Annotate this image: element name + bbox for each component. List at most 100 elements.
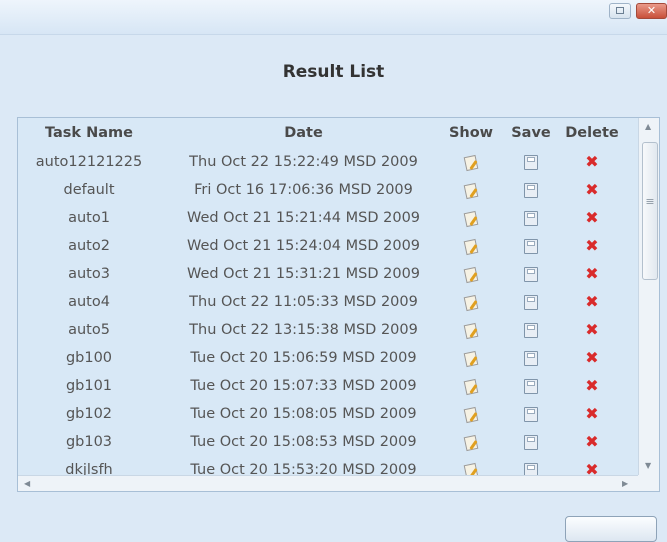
document-edit-icon[interactable] (463, 434, 479, 450)
red-x-icon[interactable]: ✖ (585, 292, 598, 311)
red-x-icon[interactable]: ✖ (585, 460, 598, 476)
document-edit-icon[interactable] (463, 350, 479, 366)
scroll-down-icon[interactable]: ▼ (645, 461, 651, 470)
date-cell: Tue Oct 20 15:06:59 MSD 2009 (190, 350, 417, 366)
table-row[interactable]: gb103 Tue Oct 20 15:08:53 MSD 2009 ✖ (18, 428, 638, 456)
column-header-date[interactable]: Date (166, 122, 441, 144)
delete-cell: ✖ (563, 148, 621, 177)
red-x-icon[interactable]: ✖ (585, 404, 598, 423)
table-row[interactable]: auto2 Wed Oct 21 15:24:04 MSD 2009 ✖ (18, 232, 638, 260)
task-name-cell: gb102 (65, 406, 113, 422)
column-header-save[interactable]: Save (508, 122, 554, 144)
task-name-cell: gb103 (65, 434, 113, 450)
date-cell: Thu Oct 22 13:15:38 MSD 2009 (189, 322, 418, 338)
table-row[interactable]: gb102 Tue Oct 20 15:08:05 MSD 2009 ✖ (18, 400, 638, 428)
save-cell (508, 372, 554, 400)
document-edit-icon[interactable] (463, 462, 479, 476)
save-cell (508, 176, 554, 204)
red-x-icon[interactable]: ✖ (585, 236, 598, 255)
table-row[interactable]: auto1 Wed Oct 21 15:21:44 MSD 2009 ✖ (18, 204, 638, 232)
floppy-disk-icon[interactable] (524, 462, 538, 476)
date-cell: Tue Oct 20 15:53:20 MSD 2009 (190, 462, 417, 476)
red-x-icon[interactable]: ✖ (585, 264, 598, 283)
red-x-icon[interactable]: ✖ (585, 432, 598, 451)
floppy-disk-icon[interactable] (524, 238, 538, 254)
column-header-show[interactable]: Show (448, 122, 494, 144)
floppy-disk-icon[interactable] (524, 266, 538, 282)
scroll-up-icon[interactable]: ▲ (645, 122, 651, 131)
floppy-disk-icon[interactable] (524, 434, 538, 450)
close-icon[interactable] (636, 3, 667, 19)
scroll-thumb[interactable] (642, 142, 658, 280)
show-cell (448, 344, 494, 372)
document-edit-icon[interactable] (463, 406, 479, 422)
table-row[interactable]: auto4 Thu Oct 22 11:05:33 MSD 2009 ✖ (18, 288, 638, 316)
date-cell: Wed Oct 21 15:24:04 MSD 2009 (186, 238, 421, 254)
result-table: Task Name Date Show Save Delete auto1212… (17, 117, 660, 492)
document-edit-icon[interactable] (463, 266, 479, 282)
document-edit-icon[interactable] (463, 322, 479, 338)
date-cell: Wed Oct 21 15:31:21 MSD 2009 (186, 266, 421, 282)
floppy-disk-icon[interactable] (524, 294, 538, 310)
red-x-icon[interactable]: ✖ (585, 208, 598, 227)
show-cell (448, 148, 494, 176)
save-cell (508, 344, 554, 372)
scroll-right-icon[interactable]: ▶ (622, 479, 628, 488)
task-name-cell: auto3 (68, 266, 110, 282)
delete-cell: ✖ (563, 260, 621, 289)
red-x-icon[interactable]: ✖ (585, 320, 598, 339)
task-name-cell: auto12121225 (35, 154, 143, 170)
document-edit-icon[interactable] (463, 154, 479, 170)
restore-icon[interactable] (609, 3, 631, 19)
vertical-scrollbar[interactable]: ▲ ▼ (638, 118, 659, 475)
save-cell (508, 428, 554, 456)
red-x-icon[interactable]: ✖ (585, 376, 598, 395)
delete-cell: ✖ (563, 232, 621, 261)
document-edit-icon[interactable] (463, 378, 479, 394)
horizontal-scrollbar[interactable]: ◀ ▶ (18, 475, 638, 491)
date-cell: Tue Oct 20 15:07:33 MSD 2009 (190, 378, 417, 394)
task-name-cell: auto5 (68, 322, 110, 338)
show-cell (448, 204, 494, 232)
dialog-button[interactable] (565, 516, 657, 542)
delete-cell: ✖ (563, 316, 621, 345)
floppy-disk-icon[interactable] (524, 210, 538, 226)
floppy-disk-icon[interactable] (524, 154, 538, 170)
document-edit-icon[interactable] (463, 182, 479, 198)
column-header-delete[interactable]: Delete (563, 122, 621, 144)
document-edit-icon[interactable] (463, 238, 479, 254)
document-edit-icon[interactable] (463, 294, 479, 310)
delete-cell: ✖ (563, 344, 621, 373)
table-row[interactable]: default Fri Oct 16 17:06:36 MSD 2009 ✖ (18, 176, 638, 204)
date-cell: Tue Oct 20 15:08:53 MSD 2009 (190, 434, 417, 450)
show-cell (448, 428, 494, 456)
show-cell (448, 176, 494, 204)
delete-cell: ✖ (563, 372, 621, 401)
floppy-disk-icon[interactable] (524, 378, 538, 394)
scroll-left-icon[interactable]: ◀ (24, 479, 30, 488)
table-row[interactable]: auto3 Wed Oct 21 15:31:21 MSD 2009 ✖ (18, 260, 638, 288)
red-x-icon[interactable]: ✖ (585, 152, 598, 171)
task-name-cell: auto1 (68, 210, 110, 226)
table-row[interactable]: auto5 Thu Oct 22 13:15:38 MSD 2009 ✖ (18, 316, 638, 344)
table-row[interactable]: auto12121225 Thu Oct 22 15:22:49 MSD 2009… (18, 148, 638, 176)
document-edit-icon[interactable] (463, 210, 479, 226)
red-x-icon[interactable]: ✖ (585, 348, 598, 367)
table-row[interactable]: gb100 Tue Oct 20 15:06:59 MSD 2009 ✖ (18, 344, 638, 372)
floppy-disk-icon[interactable] (524, 182, 538, 198)
delete-cell: ✖ (563, 288, 621, 317)
window-titlebar (0, 0, 667, 35)
floppy-disk-icon[interactable] (524, 406, 538, 422)
task-name-cell: auto4 (68, 294, 110, 310)
date-cell: Fri Oct 16 17:06:36 MSD 2009 (194, 182, 413, 198)
table-row[interactable]: dkjlsfh Tue Oct 20 15:53:20 MSD 2009 ✖ (18, 456, 638, 476)
save-cell (508, 456, 554, 476)
floppy-disk-icon[interactable] (524, 322, 538, 338)
save-cell (508, 316, 554, 344)
save-cell (508, 204, 554, 232)
column-header-task-name[interactable]: Task Name (18, 122, 160, 144)
floppy-disk-icon[interactable] (524, 350, 538, 366)
date-cell: Tue Oct 20 15:08:05 MSD 2009 (190, 406, 417, 422)
table-row[interactable]: gb101 Tue Oct 20 15:07:33 MSD 2009 ✖ (18, 372, 638, 400)
red-x-icon[interactable]: ✖ (585, 180, 598, 199)
